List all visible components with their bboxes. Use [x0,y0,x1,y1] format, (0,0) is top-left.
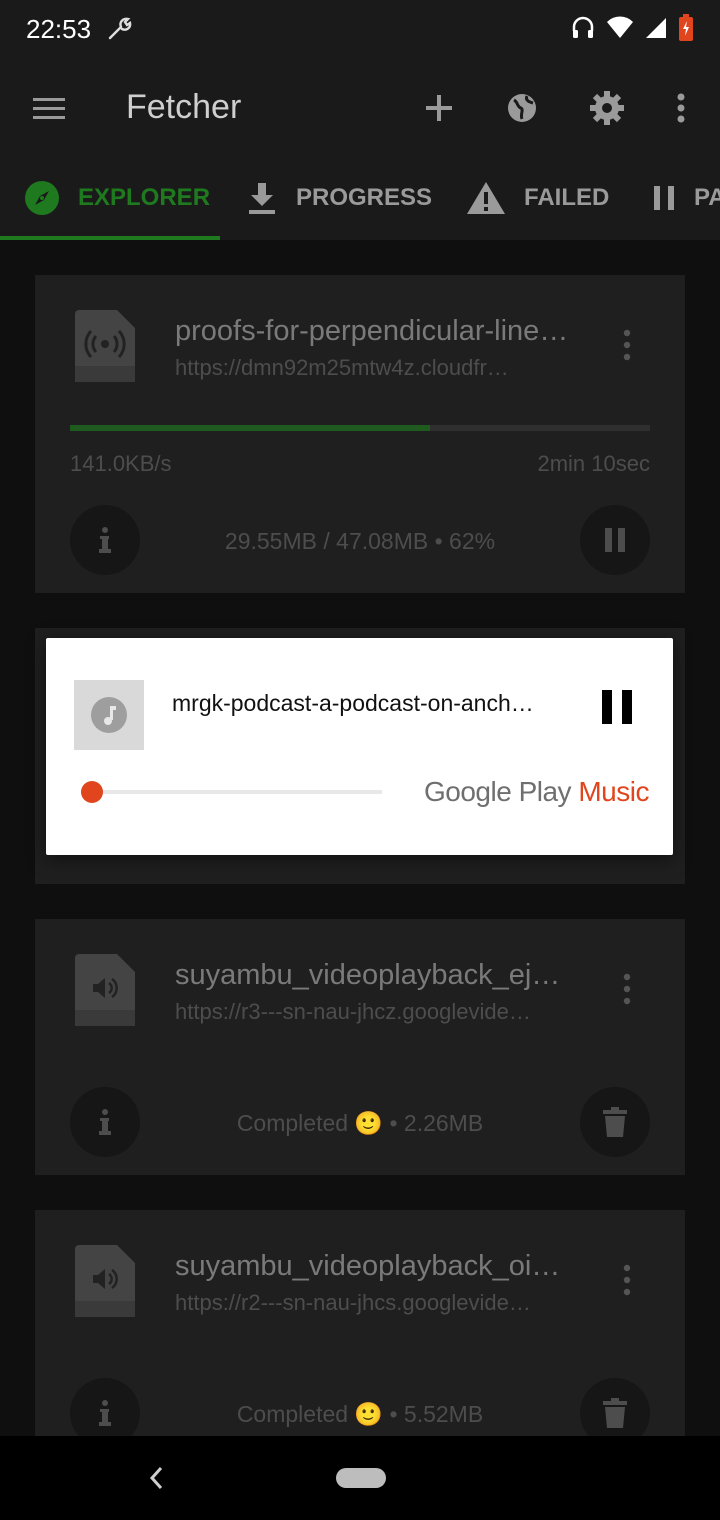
pause-icon [605,528,625,552]
audio-file-icon [75,954,135,1026]
seek-thumb[interactable] [81,781,103,803]
cell-signal-icon [646,18,666,38]
file-url: https://dmn92m25mtw4z.cloudfr… [175,355,509,380]
progress-fill [70,425,430,431]
warning-icon [467,182,505,214]
download-icon [249,183,275,214]
status-icons [570,14,694,42]
status-time: 22:53 [26,14,92,44]
tab-progress[interactable]: PROGRESS [246,156,432,240]
download-card[interactable]: suyambu_videoplayback_ej… https://r3---s… [35,919,685,1175]
pause-download-button[interactable] [580,505,650,575]
add-icon[interactable] [417,86,461,130]
logo-music: Music [578,776,649,807]
more-vert-icon[interactable] [620,1263,634,1297]
download-progress-bar [70,425,650,431]
track-title: mrgk-podcast-a-podcast-on-anch… [172,690,534,716]
download-card[interactable]: proofs-for-perpendicular-line… https://d… [35,275,685,593]
download-card[interactable]: suyambu_videoplayback_oi… https://r2---s… [35,1210,685,1436]
delete-button[interactable] [580,1378,650,1436]
file-url: https://r2---sn-nau-jhcs.googlevide… [175,1290,531,1315]
tab-failed[interactable]: FAILED [466,156,609,240]
media-player-popup[interactable]: mrgk-podcast-a-podcast-on-anch… Google P… [46,638,673,855]
headset-icon [572,16,594,38]
menu-icon[interactable] [30,90,68,126]
more-vert-icon[interactable] [620,972,634,1006]
seek-bar[interactable] [92,790,382,794]
home-pill[interactable] [336,1468,386,1488]
wifi-icon [607,16,633,38]
tab-paused[interactable]: PA [652,156,720,240]
google-play-music-logo: Google Play Music [424,776,649,808]
music-note-icon [91,697,127,733]
file-title: suyambu_videoplayback_ej… [175,959,561,991]
trash-icon [603,1107,627,1137]
app-title: Fetcher [126,88,242,126]
app-bar: Fetcher [0,60,720,156]
back-icon[interactable] [146,1464,166,1492]
more-vert-icon[interactable] [620,328,634,362]
settings-gear-icon[interactable] [585,86,629,130]
file-title: suyambu_videoplayback_oi… [175,1250,561,1282]
status-bar: 22:53 [0,0,720,60]
tab-explorer[interactable]: EXPLORER [24,156,210,240]
tab-label: PROGRESS [296,184,433,211]
podcast-file-icon [75,310,135,382]
wrench-icon [108,17,132,40]
logo-google-play: Google Play [424,776,572,807]
battery-charging-icon [679,14,693,41]
tab-label: FAILED [524,184,610,211]
download-eta: 2min 10sec [537,451,650,476]
navigation-bar [0,1436,720,1520]
tab-bar: EXPLORER PROGRESS FAILED PA [0,156,720,240]
tab-label: PA [694,184,720,211]
delete-button[interactable] [580,1087,650,1157]
file-title: proofs-for-perpendicular-line… [175,315,569,347]
tab-label: EXPLORER [78,184,211,211]
trash-icon [603,1398,627,1428]
overflow-menu-icon[interactable] [659,86,703,130]
file-url: https://r3---sn-nau-jhcz.googlevide… [175,999,531,1024]
audio-file-icon [75,1245,135,1317]
pause-button[interactable] [602,690,632,724]
download-speed: 141.0KB/s [70,451,172,476]
compass-icon [25,181,59,215]
globe-icon[interactable] [500,86,544,130]
album-art [74,680,144,750]
pause-icon [654,186,674,210]
